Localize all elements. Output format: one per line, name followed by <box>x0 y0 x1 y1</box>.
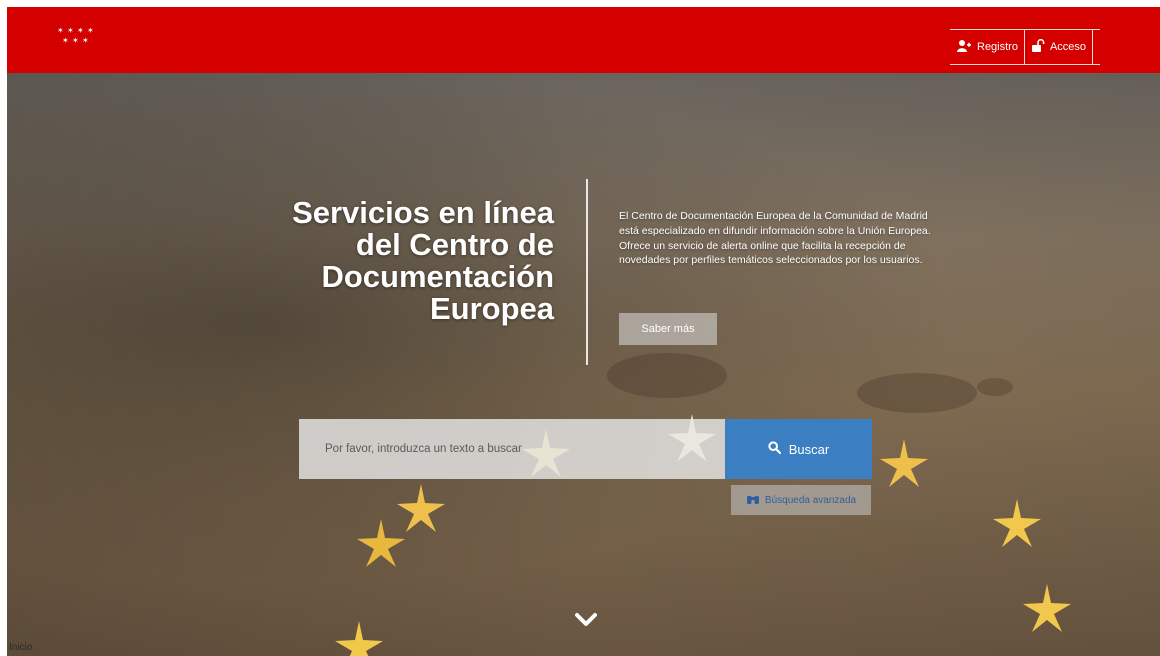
login-label: Acceso <box>1049 41 1087 53</box>
register-link[interactable]: Registro <box>950 30 1024 64</box>
title-line: del Centro de <box>355 227 554 262</box>
starfish-image <box>993 499 1041 547</box>
auth-links: Registro Acceso <box>950 29 1100 65</box>
title-line: Europea <box>429 291 554 326</box>
starfish-image <box>335 621 383 656</box>
logo-star-icon: ✶ <box>57 26 64 35</box>
starfish-image <box>357 519 405 567</box>
starfish-image <box>880 439 928 487</box>
user-plus-icon <box>956 39 972 56</box>
sand-footprint <box>977 378 1013 396</box>
register-label: Registro <box>977 41 1018 53</box>
search-button-label: Buscar <box>788 441 830 457</box>
intro-paragraph: El Centro de Documentación Europea de la… <box>619 210 931 237</box>
starfish-image <box>1023 584 1071 632</box>
binoculars-icon <box>746 493 760 508</box>
page-frame: ✶ ✶ ✶ ✶ ✶ ✶ ✶ Registro Acceso Servicios … <box>7 7 1160 656</box>
hero-banner: Servicios en línea del Centro de Documen… <box>7 73 1160 656</box>
sand-footprint <box>607 353 727 398</box>
logo-star-icon: ✶ <box>67 26 74 35</box>
search-icon <box>768 441 781 457</box>
title-line: Documentación <box>321 259 554 294</box>
learn-more-button[interactable]: Saber más <box>619 313 717 345</box>
advanced-search-label: Búsqueda avanzada <box>764 494 857 506</box>
sand-footprint <box>857 373 977 413</box>
logo-star-icon: ✶ <box>77 26 84 35</box>
intro-text: El Centro de Documentación Europea de la… <box>619 209 937 268</box>
search-bar: Buscar <box>299 419 872 479</box>
search-button[interactable]: Buscar <box>725 419 872 479</box>
topbar: ✶ ✶ ✶ ✶ ✶ ✶ ✶ Registro Acceso <box>7 7 1160 73</box>
logo-star-icon: ✶ <box>87 26 94 35</box>
hero-overlay <box>7 73 1160 656</box>
title-line: Servicios en línea <box>292 195 554 230</box>
hero-divider <box>586 179 588 365</box>
community-logo[interactable]: ✶ ✶ ✶ ✶ ✶ ✶ ✶ <box>57 26 94 45</box>
chevron-down-icon[interactable] <box>574 611 598 629</box>
page-title: Servicios en línea del Centro de Documen… <box>234 197 554 325</box>
unlock-icon <box>1031 38 1045 56</box>
logo-star-icon: ✶ <box>72 36 79 45</box>
status-bar-text: Inicio <box>9 642 33 653</box>
intro-paragraph: Ofrece un servicio de alerta online que … <box>619 239 923 267</box>
logo-star-icon: ✶ <box>82 36 89 45</box>
logo-star-icon: ✶ <box>62 36 69 45</box>
search-input[interactable] <box>299 419 725 479</box>
auth-right-border <box>1092 30 1094 64</box>
login-link[interactable]: Acceso <box>1025 30 1092 64</box>
advanced-search-button[interactable]: Búsqueda avanzada <box>731 485 871 515</box>
